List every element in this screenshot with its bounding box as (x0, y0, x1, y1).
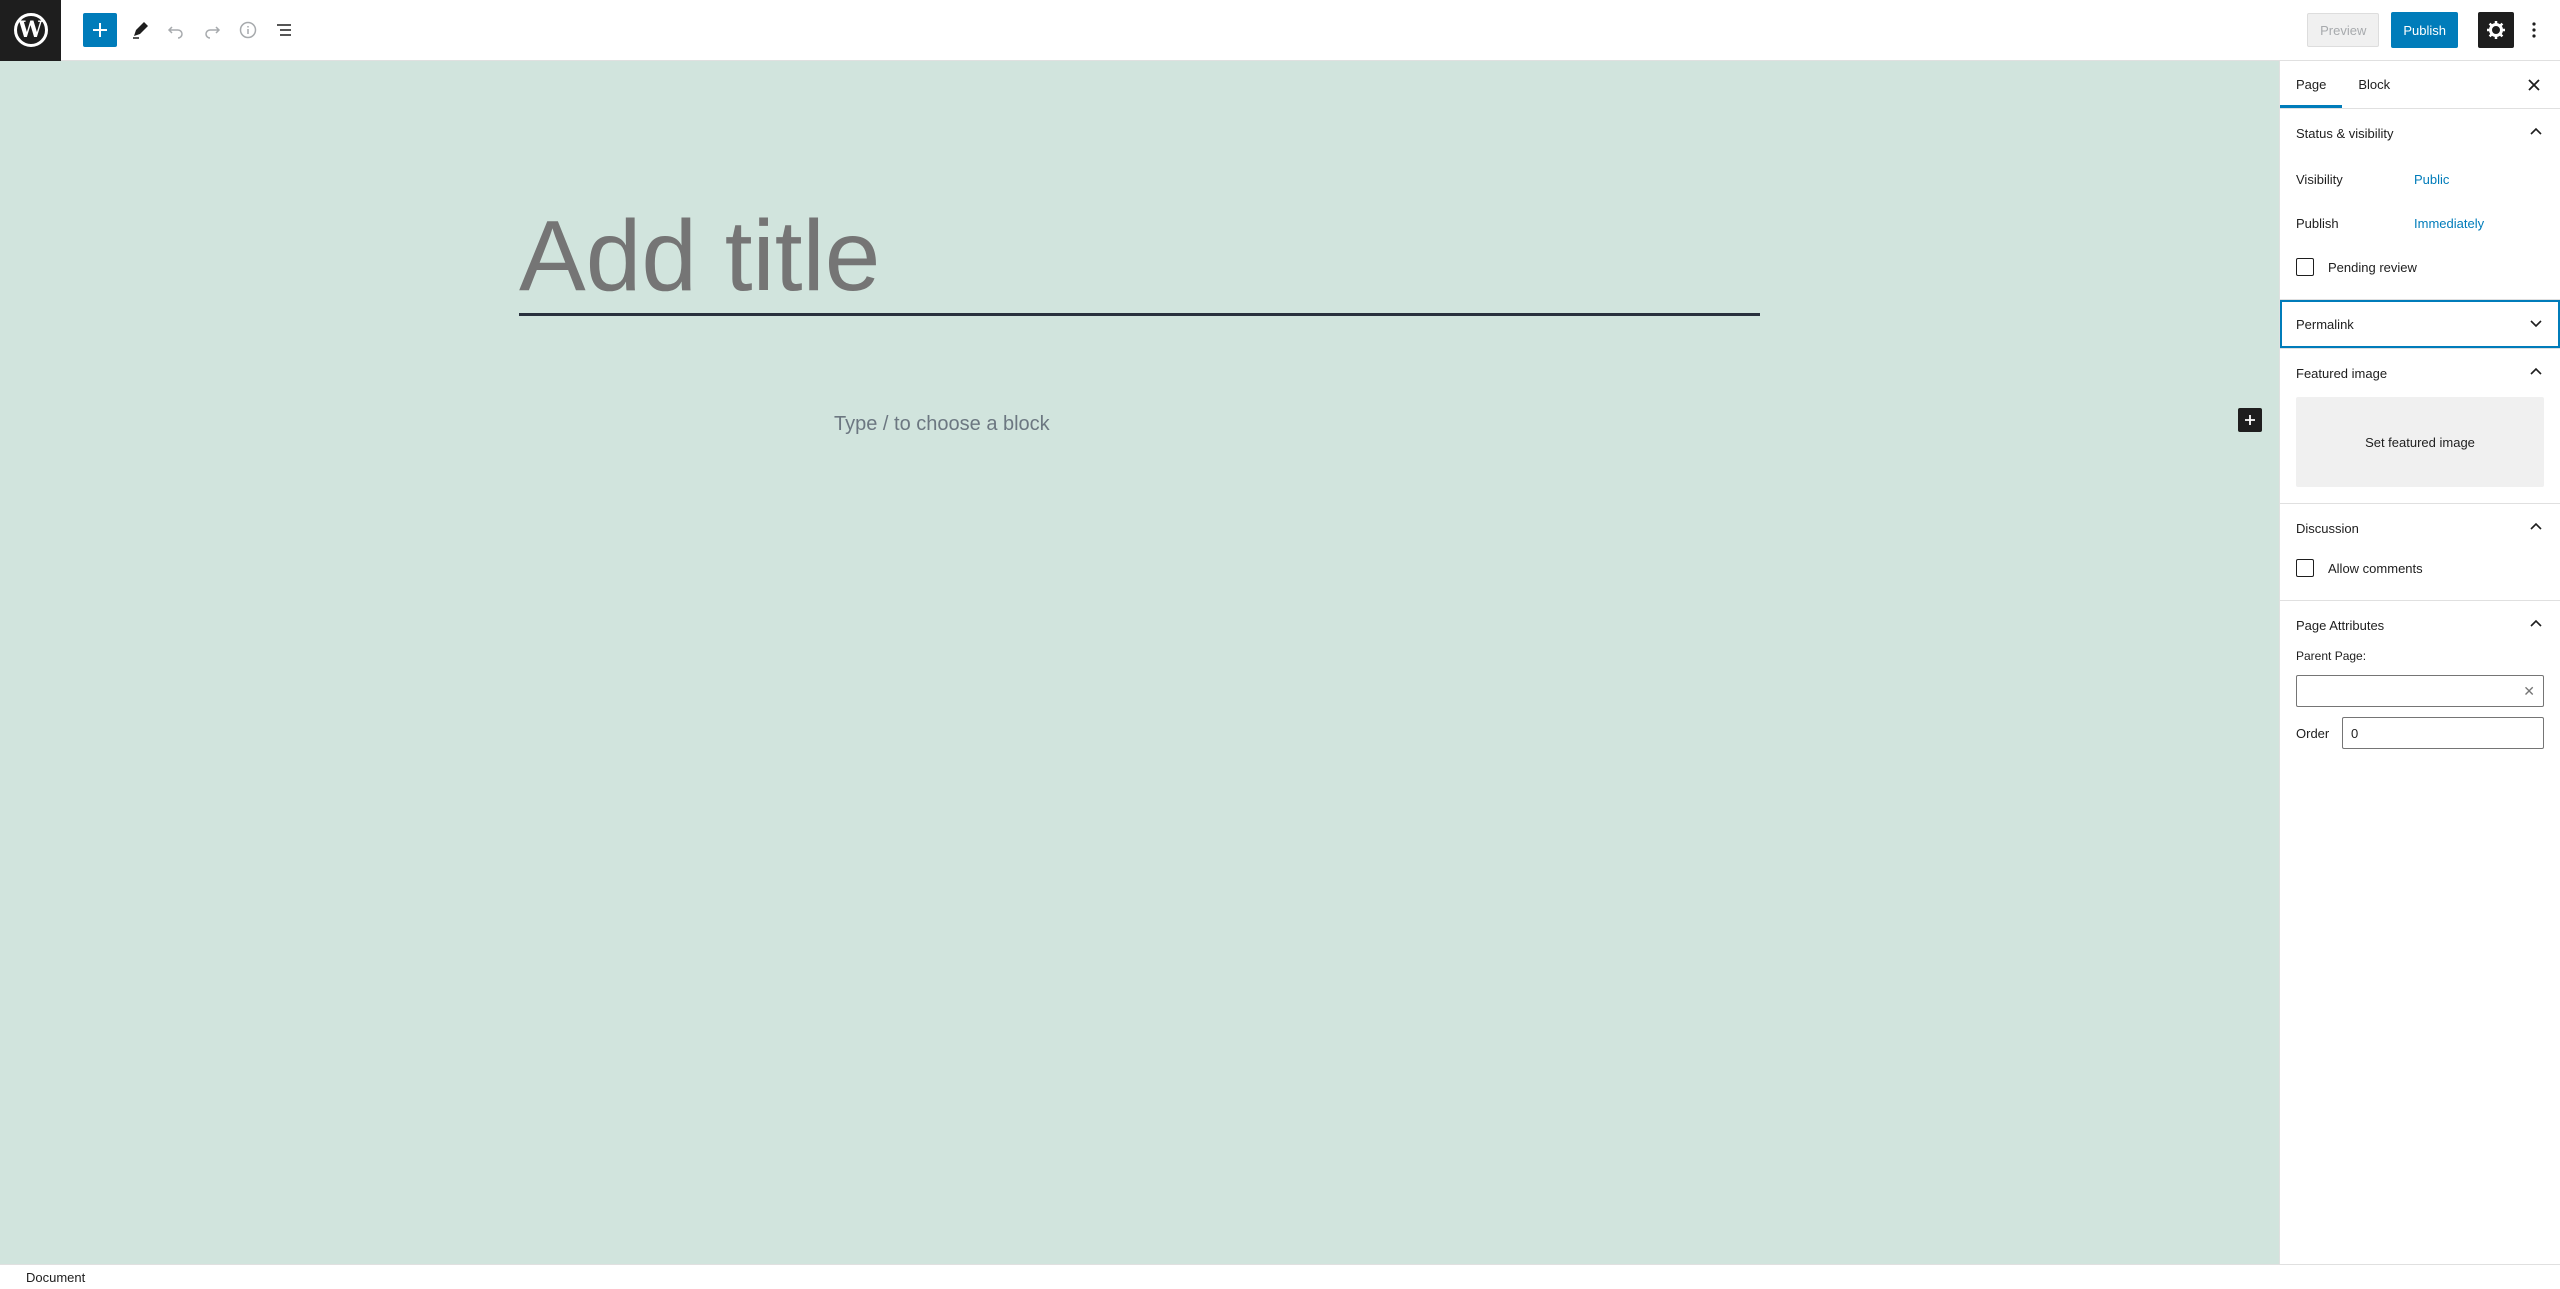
publish-date-toggle[interactable]: Immediately (2414, 216, 2484, 231)
logo-letter: W (18, 17, 43, 43)
undo-icon (167, 26, 183, 39)
plus-icon (2245, 415, 2255, 425)
parent-page-combobox[interactable]: ✕ (2296, 675, 2544, 707)
post-title-input[interactable] (519, 136, 1760, 376)
order-row: Order 0 (2296, 717, 2544, 749)
set-featured-image-button[interactable]: Set featured image (2296, 397, 2544, 487)
plus-icon (93, 23, 107, 37)
pencil-icon (133, 22, 148, 39)
visibility-row: Visibility Public (2296, 157, 2544, 201)
page-attributes-panel: Page Attributes Parent Page: ✕ Order 0 (2280, 601, 2560, 765)
redo-icon (205, 26, 221, 39)
status-visibility-panel: Status & visibility Visibility Public Pu… (2280, 109, 2560, 300)
discussion-toggle[interactable]: Discussion (2280, 504, 2560, 552)
more-vertical-icon (2532, 22, 2536, 38)
wordpress-logo-button[interactable]: W (0, 0, 61, 61)
publish-button[interactable]: Publish (2391, 12, 2458, 48)
close-icon (2528, 79, 2540, 91)
tab-page[interactable]: Page (2280, 61, 2342, 108)
toolbar-actions: Preview Publish (2307, 12, 2560, 48)
list-view-button[interactable] (267, 13, 301, 47)
sidebar-tabs: Page Block (2280, 61, 2560, 109)
permalink-toggle[interactable]: Permalink (2280, 300, 2560, 348)
panel-title: Page Attributes (2296, 617, 2385, 633)
panel-title: Status & visibility (2296, 125, 2394, 141)
add-block-button[interactable] (2238, 408, 2262, 432)
details-button[interactable] (231, 13, 265, 47)
tools-button[interactable] (123, 13, 157, 47)
allow-comments-row: Allow comments (2296, 552, 2544, 584)
pending-review-row: Pending review (2296, 245, 2544, 289)
allow-comments-label: Allow comments (2328, 560, 2423, 576)
title-separator (519, 313, 1760, 316)
discussion-panel: Discussion Allow comments (2280, 504, 2560, 601)
block-breadcrumb-bar: Document (0, 1264, 2560, 1289)
redo-button[interactable] (195, 13, 229, 47)
chevron-up-icon (2528, 124, 2544, 143)
visibility-toggle[interactable]: Public (2414, 172, 2449, 187)
wordpress-logo-icon: W (13, 13, 48, 47)
chevron-up-icon (2528, 519, 2544, 538)
preview-button[interactable]: Preview (2307, 13, 2380, 47)
page-attributes-body: Parent Page: ✕ Order 0 (2280, 649, 2560, 765)
tab-block[interactable]: Block (2342, 61, 2406, 108)
editor-canvas: Type / to choose a block (0, 61, 2279, 1264)
featured-image-panel: Featured image Set featured image (2280, 349, 2560, 504)
pending-review-label: Pending review (2328, 259, 2417, 275)
settings-sidebar: Page Block Status & visibility Visibilit… (2279, 61, 2560, 1264)
breadcrumb-document[interactable]: Document (26, 1270, 85, 1285)
close-sidebar-button[interactable] (2522, 73, 2546, 97)
order-label: Order (2296, 725, 2330, 741)
pending-review-checkbox[interactable] (2296, 258, 2314, 276)
panel-title: Featured image (2296, 365, 2388, 381)
panel-title: Permalink (2296, 316, 2354, 332)
block-inserter-button[interactable] (83, 13, 117, 47)
panel-title: Discussion (2296, 520, 2359, 536)
page-attributes-toggle[interactable]: Page Attributes (2280, 601, 2560, 649)
status-visibility-body: Visibility Public Publish Immediately Pe… (2280, 157, 2560, 299)
status-visibility-toggle[interactable]: Status & visibility (2280, 109, 2560, 157)
settings-button[interactable] (2478, 12, 2514, 48)
featured-image-toggle[interactable]: Featured image (2280, 349, 2560, 397)
undo-button[interactable] (159, 13, 193, 47)
parent-page-label: Parent Page: (2296, 649, 2367, 663)
discussion-body: Allow comments (2280, 552, 2560, 600)
chevron-up-icon (2528, 364, 2544, 383)
list-view-icon (277, 24, 291, 36)
block-appender-placeholder[interactable]: Type / to choose a block (834, 413, 1050, 436)
allow-comments-checkbox[interactable] (2296, 559, 2314, 577)
permalink-panel: Permalink (2280, 300, 2560, 349)
editor-toolbar: W Preview Publish (0, 0, 2560, 61)
publish-row: Publish Immediately (2296, 201, 2544, 245)
clear-icon[interactable]: ✕ (2523, 683, 2535, 700)
visibility-label: Visibility (2296, 171, 2343, 187)
gear-icon (2487, 21, 2505, 39)
featured-image-body: Set featured image (2280, 397, 2560, 503)
publish-label: Publish (2296, 215, 2339, 231)
info-icon (239, 21, 257, 39)
chevron-down-icon (2528, 315, 2544, 334)
order-input[interactable]: 0 (2342, 717, 2544, 749)
chevron-up-icon (2528, 616, 2544, 635)
more-options-button[interactable] (2522, 12, 2546, 48)
